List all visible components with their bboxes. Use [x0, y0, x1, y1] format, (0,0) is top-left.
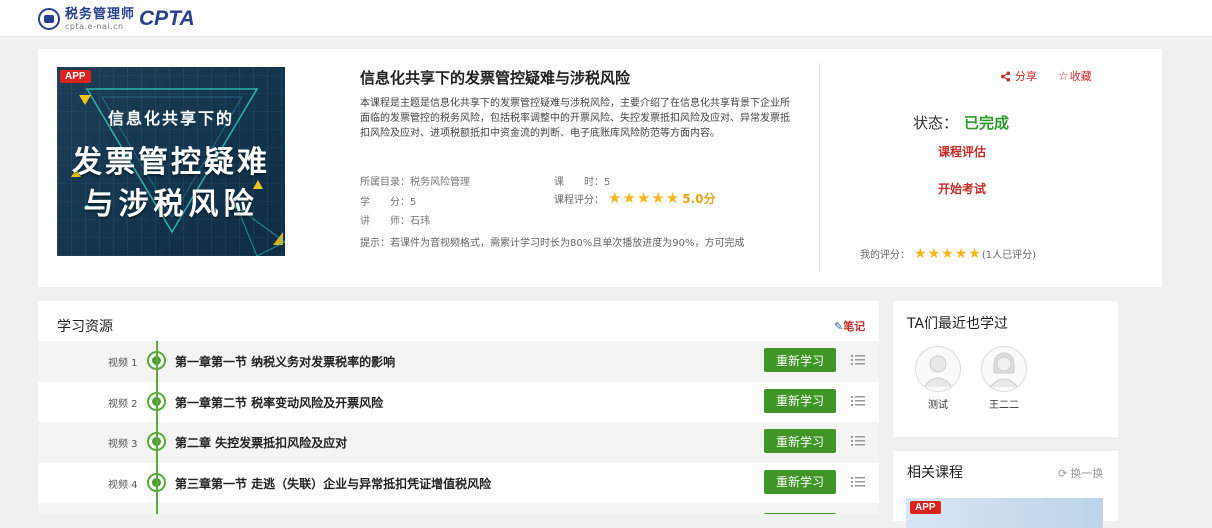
progress-timeline: [156, 341, 158, 514]
panel-divider: [819, 63, 820, 271]
meta-credits: 学 分：5: [360, 197, 417, 208]
relearn-button[interactable]: 重新学习: [764, 388, 836, 413]
star-icon[interactable]: ★: [968, 247, 981, 261]
favorite-button[interactable]: ☆ 收藏: [1058, 68, 1092, 84]
relearn-button[interactable]: 重新学习: [764, 348, 836, 372]
logo-english-name: CPTA: [139, 7, 195, 30]
male-avatar-icon: [915, 346, 961, 392]
status-value: 已完成: [964, 114, 1010, 132]
meta-teacher: 讲 师：石玮: [360, 216, 430, 227]
course-rating: 课程评分： ★ ★ ★ ★ ★ 5.0分: [554, 189, 716, 207]
related-title: 相关课程: [907, 465, 963, 481]
app-badge: APP: [910, 501, 941, 514]
cover-title-line2: 发票管控疑难: [72, 145, 270, 180]
resource-title[interactable]: 第二章 失控发票抵扣风险及应对: [175, 434, 347, 451]
star-icon[interactable]: ★: [928, 247, 941, 261]
course-title: 信息化共享下的发票管控疑难与涉税风险: [360, 69, 631, 87]
resources-title: 学习资源: [57, 319, 113, 335]
completion-status: 状态： 已完成: [913, 114, 1010, 132]
resource-row: 视频 4 第三章第一节 走逃（失联）企业与异常抵扣凭证增值税风险 重新学习: [38, 463, 879, 504]
refresh-icon: ⟳: [1058, 466, 1068, 480]
notes-link[interactable]: ✎笔记: [834, 318, 865, 334]
learner-item[interactable]: 测试: [908, 346, 968, 411]
list-icon[interactable]: [851, 435, 865, 447]
learners-title: TA们最近也学过: [907, 316, 1009, 332]
list-icon[interactable]: [851, 395, 865, 407]
my-rating: 我的评分： ★ ★ ★ ★ ★ (1人已评分): [860, 245, 1036, 262]
female-avatar-icon: [981, 346, 1027, 392]
star-outline-icon: ☆: [1058, 69, 1069, 83]
resource-row: 视频 2 第一章第二节 税率变动风险及开票风险 重新学习: [38, 382, 879, 423]
share-icon: [1000, 70, 1011, 82]
resource-row: 视频 3 第二章 失控发票抵扣风险及应对 重新学习: [38, 422, 879, 463]
recent-learners-panel: TA们最近也学过 测试 王二二: [893, 301, 1118, 437]
share-button[interactable]: 分享: [1000, 68, 1037, 84]
star-icon: ★: [665, 189, 680, 207]
my-rating-stars[interactable]: ★ ★ ★ ★ ★: [914, 247, 982, 261]
course-info-panel: APP 信息化共享下的 发票管控疑难 与涉税风险 信息化共享下的发票管控疑难与涉…: [38, 49, 1162, 287]
resource-row-partial: [38, 503, 879, 514]
app-badge: APP: [60, 70, 91, 83]
learning-resources-panel: 学习资源 ✎笔记 视频 1 第一章第一节 纳税义务对发票税率的影响 重新学习 视…: [38, 301, 879, 514]
resource-title[interactable]: 第一章第二节 税率变动风险及开票风险: [175, 394, 383, 411]
course-evaluation-link[interactable]: 课程评估: [938, 143, 986, 160]
resource-label: 视频 3: [108, 439, 138, 450]
site-logo[interactable]: 税务管理师 cpta.e-nai.cn CPTA: [38, 5, 195, 33]
resource-label: 视频 1: [108, 358, 138, 369]
star-icon[interactable]: ★: [914, 247, 927, 261]
star-icon: ★: [622, 189, 636, 207]
course-rating-stars: ★ ★ ★ ★ ★: [608, 191, 680, 206]
resource-row: 视频 1 第一章第一节 纳税义务对发票税率的影响 重新学习: [38, 341, 879, 382]
star-icon[interactable]: ★: [955, 247, 968, 261]
cover-title-line1: 信息化共享下的: [107, 109, 234, 128]
logo-chinese-name: 税务管理师: [65, 6, 136, 22]
refresh-button[interactable]: ⟳ 换一换: [1058, 465, 1103, 481]
star-icon[interactable]: ★: [941, 247, 954, 261]
pencil-icon: ✎: [834, 320, 844, 333]
learner-item[interactable]: 王二二: [974, 346, 1034, 411]
star-icon: ★: [636, 189, 651, 207]
list-icon[interactable]: [851, 354, 865, 366]
course-cover-image: APP 信息化共享下的 发票管控疑难 与涉税风险: [57, 67, 285, 256]
course-rating-score: 5.0分: [682, 192, 716, 206]
resource-label: 视频 4: [108, 479, 138, 491]
star-icon: ★: [651, 189, 665, 207]
related-courses-panel: 相关课程 ⟳ 换一换 APP: [893, 451, 1118, 528]
list-icon[interactable]: [851, 476, 865, 488]
top-bar: 税务管理师 cpta.e-nai.cn CPTA: [0, 0, 1212, 37]
logo-url: cpta.e-nai.cn: [65, 21, 124, 31]
relearn-button[interactable]: 重新学习: [764, 469, 836, 494]
start-exam-link[interactable]: 开始考试: [938, 180, 986, 197]
meta-hours: 课 时：5: [554, 177, 611, 188]
course-description: 本课程是主题是信息化共享下的发票管控疑难与涉税风险，主要介绍了在信息化共享背景下…: [360, 98, 790, 139]
resource-label: 视频 2: [108, 398, 138, 410]
meta-category: 所属目录：税务风险管理: [360, 177, 470, 188]
relearn-button[interactable]: 重新学习: [764, 429, 836, 453]
logo-emblem-icon: [38, 8, 60, 30]
star-icon: ★: [608, 189, 622, 207]
learner-name: 王二二: [989, 400, 1019, 411]
learner-name: 测试: [928, 400, 948, 411]
rating-count: (1人已评分): [981, 250, 1036, 261]
cover-title-line3: 与涉税风险: [83, 187, 259, 222]
completion-hint: 提示：若课件为音视频格式，需累计学习时长为80%且单次播放进度为90%，方可完成: [360, 238, 745, 249]
resource-title[interactable]: 第一章第一节 纳税义务对发票税率的影响: [175, 353, 395, 370]
resource-title[interactable]: 第三章第一节 走逃（失联）企业与异常抵扣凭证增值税风险: [175, 475, 491, 492]
resource-list: 视频 1 第一章第一节 纳税义务对发票税率的影响 重新学习 视频 2 第一章第二…: [38, 341, 879, 514]
